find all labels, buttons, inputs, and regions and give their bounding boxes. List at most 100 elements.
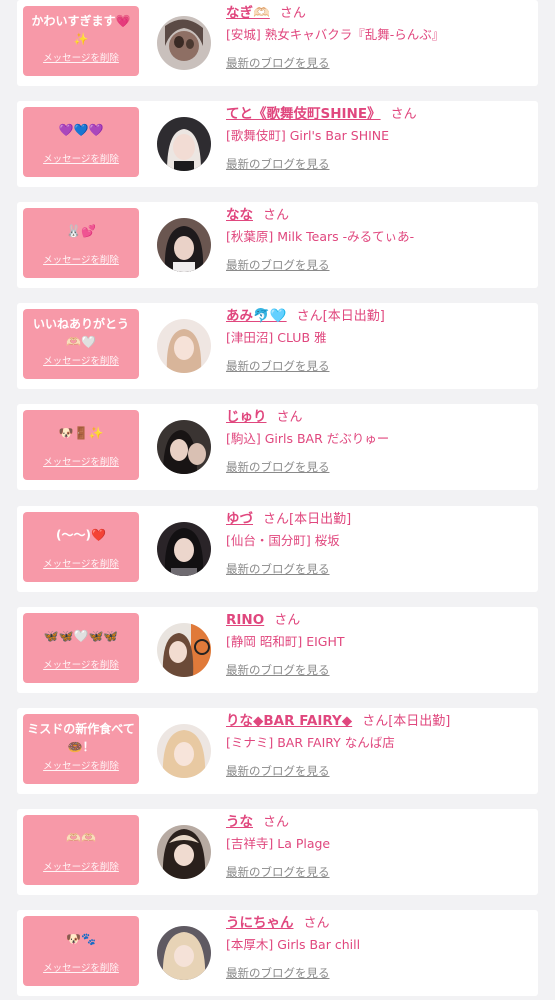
message-bubble: 🐰💕 メッセージを削除 — [23, 208, 139, 278]
delete-message-link[interactable]: メッセージを削除 — [26, 558, 136, 572]
message-bubble: 🫶🏻🫶🏻 メッセージを削除 — [23, 815, 139, 885]
honorific: さん — [279, 6, 306, 21]
delete-message-link[interactable]: メッセージを削除 — [26, 153, 136, 167]
delete-message-link[interactable]: メッセージを削除 — [26, 456, 136, 470]
message-text: 🐰💕 — [66, 224, 96, 238]
cast-name-link[interactable]: なな — [226, 207, 253, 223]
message-bubble: 🐶🐾 メッセージを削除 — [23, 916, 139, 986]
cast-name-link[interactable]: RINO — [226, 612, 264, 628]
honorific: さん — [390, 107, 417, 122]
shop-name: [秋葉原] Milk Tears -みるてぃあ- — [226, 229, 415, 244]
item-info: ゆづ さん[本日出勤] [仙台・国分町] 桜坂 最新のブログを見る — [226, 509, 531, 578]
latest-blog-link[interactable]: 最新のブログを見る — [226, 661, 330, 679]
avatar[interactable] — [157, 319, 211, 373]
message-bubble: ミスドの新作食べて🍩！ メッセージを削除 — [23, 714, 139, 784]
shop-name: [吉祥寺] La Plage — [226, 836, 331, 851]
item-info: じゅり さん [駒込] Girls BAR だぶりゅー 最新のブログを見る — [226, 407, 531, 476]
avatar[interactable] — [157, 522, 211, 576]
list-item: 🐶🚪✨ メッセージを削除 じゅり さん [駒込] Girls BAR だぶりゅー … — [17, 404, 538, 490]
list-item: 🦋🦋🤍🦋🦋 メッセージを削除 RINO さん [静岡 昭和町] EIGHT 最新の… — [17, 607, 538, 693]
cast-name-link[interactable]: りな◆BAR FAIRY◆ — [226, 713, 352, 729]
message-text: 💜💙💜 — [58, 123, 104, 137]
latest-blog-link[interactable]: 最新のブログを見る — [226, 964, 330, 982]
avatar[interactable] — [157, 218, 211, 272]
honorific: さん — [276, 410, 303, 425]
message-bubble: 🐶🚪✨ メッセージを削除 — [23, 410, 139, 480]
status-badge: [本日出勤] — [322, 309, 385, 324]
delete-message-link[interactable]: メッセージを削除 — [26, 52, 136, 66]
delete-message-link[interactable]: メッセージを削除 — [26, 659, 136, 673]
list-item: (〜〜)❤️ メッセージを削除 ゆづ さん[本日出勤] [仙台・国分町] 桜坂 最… — [17, 506, 538, 592]
shop-name: [安城] 熟女キャバクラ『乱舞-らんぶ』 — [226, 27, 445, 42]
cast-name-link[interactable]: うにちゃん — [226, 915, 294, 931]
delete-message-link[interactable]: メッセージを削除 — [26, 962, 136, 976]
latest-blog-link[interactable]: 最新のブログを見る — [226, 863, 330, 881]
shop-name: [ミナミ] BAR FAIRY なんば店 — [226, 735, 395, 750]
delete-message-link[interactable]: メッセージを削除 — [26, 355, 136, 369]
item-info: うにちゃん さん [本厚木] Girls Bar chill 最新のブログを見る — [226, 913, 531, 982]
latest-blog-link[interactable]: 最新のブログを見る — [226, 54, 330, 72]
shop-name: [歌舞伎町] Girl's Bar SHINE — [226, 128, 390, 143]
list-item: いいねありがとう🫶🏻🤍 メッセージを削除 あみ🐬🩵 さん[本日出勤] [津田沼] … — [17, 303, 538, 389]
cast-name-link[interactable]: じゅり — [226, 409, 267, 425]
latest-blog-link[interactable]: 最新のブログを見る — [226, 560, 330, 578]
message-text: いいねありがとう🫶🏻🤍 — [32, 317, 129, 349]
list-item: 🫶🏻🫶🏻 メッセージを削除 うな さん [吉祥寺] La Plage 最新のブログ… — [17, 809, 538, 895]
avatar[interactable] — [157, 926, 211, 980]
honorific: さん — [303, 916, 330, 931]
shop-name: [津田沼] CLUB 雅 — [226, 330, 327, 345]
cast-name-link[interactable]: うな — [226, 814, 253, 830]
latest-blog-link[interactable]: 最新のブログを見る — [226, 762, 330, 780]
avatar[interactable] — [157, 420, 211, 474]
message-bubble: 💜💙💜 メッセージを削除 — [23, 107, 139, 177]
latest-blog-link[interactable]: 最新のブログを見る — [226, 256, 330, 274]
cast-name-link[interactable]: ゆづ — [226, 511, 253, 527]
status-badge: [本日出勤] — [388, 714, 451, 729]
list-item: 🐰💕 メッセージを削除 なな さん [秋葉原] Milk Tears -みるてぃあ… — [17, 202, 538, 288]
avatar[interactable] — [157, 825, 211, 879]
avatar[interactable] — [157, 117, 211, 171]
message-bubble: かわいすぎます💗✨ メッセージを削除 — [23, 6, 139, 76]
honorific: さん — [296, 309, 323, 324]
cast-name-link[interactable]: てと《歌舞伎町SHINE》 — [226, 106, 381, 122]
item-info: うな さん [吉祥寺] La Plage 最新のブログを見る — [226, 812, 531, 881]
item-info: RINO さん [静岡 昭和町] EIGHT 最新のブログを見る — [226, 610, 531, 679]
item-info: なな さん [秋葉原] Milk Tears -みるてぃあ- 最新のブログを見る — [226, 205, 531, 274]
shop-name: [駒込] Girls BAR だぶりゅー — [226, 431, 390, 446]
avatar[interactable] — [157, 16, 211, 70]
message-text: 🐶🐾 — [66, 932, 96, 946]
list-item: 💜💙💜 メッセージを削除 てと《歌舞伎町SHINE》 さん [歌舞伎町] Girl… — [17, 101, 538, 187]
honorific: さん — [263, 512, 290, 527]
avatar[interactable] — [157, 724, 211, 778]
list-item: 🐶🐾 メッセージを削除 うにちゃん さん [本厚木] Girls Bar chil… — [17, 910, 538, 996]
honorific: さん — [263, 208, 290, 223]
honorific: さん — [263, 815, 290, 830]
list-item: かわいすぎます💗✨ メッセージを削除 なぎ🫶🏻 さん [安城] 熟女キャバクラ『乱… — [17, 0, 538, 86]
delete-message-link[interactable]: メッセージを削除 — [26, 254, 136, 268]
shop-name: [本厚木] Girls Bar chill — [226, 937, 361, 952]
latest-blog-link[interactable]: 最新のブログを見る — [226, 458, 330, 476]
message-text: 🦋🦋🤍🦋🦋 — [43, 629, 119, 643]
message-bubble: 🦋🦋🤍🦋🦋 メッセージを削除 — [23, 613, 139, 683]
message-bubble: (〜〜)❤️ メッセージを削除 — [23, 512, 139, 582]
message-text: (〜〜)❤️ — [56, 528, 106, 542]
message-list: かわいすぎます💗✨ メッセージを削除 なぎ🫶🏻 さん [安城] 熟女キャバクラ『乱… — [0, 0, 555, 1000]
item-info: あみ🐬🩵 さん[本日出勤] [津田沼] CLUB 雅 最新のブログを見る — [226, 306, 531, 375]
item-info: なぎ🫶🏻 さん [安城] 熟女キャバクラ『乱舞-らんぶ』 最新のブログを見る — [226, 3, 531, 72]
latest-blog-link[interactable]: 最新のブログを見る — [226, 155, 330, 173]
cast-name-link[interactable]: あみ🐬🩵 — [226, 308, 287, 324]
delete-message-link[interactable]: メッセージを削除 — [26, 861, 136, 875]
item-info: りな◆BAR FAIRY◆ さん[本日出勤] [ミナミ] BAR FAIRY なん… — [226, 711, 531, 780]
cast-name-link[interactable]: なぎ🫶🏻 — [226, 5, 270, 21]
message-text: 🐶🚪✨ — [58, 426, 104, 440]
avatar[interactable] — [157, 623, 211, 677]
message-bubble: いいねありがとう🫶🏻🤍 メッセージを削除 — [23, 309, 139, 379]
delete-message-link[interactable]: メッセージを削除 — [26, 760, 136, 774]
shop-name: [仙台・国分町] 桜坂 — [226, 533, 340, 548]
honorific: さん — [362, 714, 389, 729]
message-text: 🫶🏻🫶🏻 — [66, 831, 96, 845]
item-info: てと《歌舞伎町SHINE》 さん [歌舞伎町] Girl's Bar SHINE … — [226, 104, 531, 173]
latest-blog-link[interactable]: 最新のブログを見る — [226, 357, 330, 375]
shop-name: [静岡 昭和町] EIGHT — [226, 634, 345, 649]
message-text: かわいすぎます💗✨ — [31, 14, 131, 46]
